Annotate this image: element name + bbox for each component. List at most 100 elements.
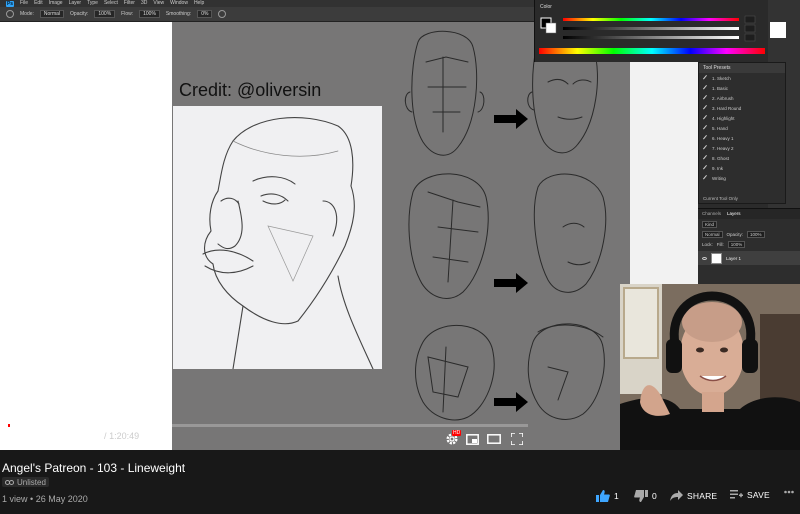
- preset-label: 5. Hand: [712, 125, 728, 131]
- preset-item: 2. Airbrush: [699, 93, 785, 103]
- preset-item: 6. Heavy 1: [699, 133, 785, 143]
- dislike-count: 0: [652, 491, 657, 501]
- layer-thumbnail: [711, 252, 722, 264]
- theater-mode-button[interactable]: [485, 431, 503, 447]
- ps-mode-value: Normal: [39, 10, 65, 18]
- progress-bar[interactable]: [8, 424, 528, 427]
- brush-icon: [702, 154, 711, 162]
- canvas-white-area: [0, 22, 172, 450]
- duration: 1:20:49: [109, 431, 140, 441]
- ps-menu-view: View: [153, 0, 165, 6]
- ps-smoothing-value: 0%: [197, 10, 213, 18]
- preset-label: Writing: [712, 175, 726, 181]
- preset-label: 7. Heavy 2: [712, 145, 734, 151]
- mute-button[interactable]: [60, 431, 78, 447]
- ps-tab-channels: Channels: [702, 211, 722, 216]
- current-time: 0:01: [84, 431, 102, 441]
- next-button[interactable]: [38, 431, 56, 447]
- brush-icon: [702, 164, 711, 172]
- ps-menu-help: Help: [193, 0, 205, 6]
- ps-menu-image: Image: [48, 0, 63, 6]
- ps-lock-row: Lock: Fill: 100%: [698, 239, 800, 249]
- brush-tool-icon: [6, 10, 14, 18]
- video-player[interactable]: Ps File Edit Image Layer Type Select Fil…: [0, 0, 800, 450]
- view-count: 1 view: [2, 494, 28, 504]
- ps-opacity-value: 100%: [94, 10, 116, 18]
- ps-current-tool-only: Current Tool Only: [703, 196, 738, 201]
- ps-layers-panel: Channels Layers Kind Normal Opacity: 100…: [698, 208, 800, 284]
- ps-layer-row: Layer 1: [698, 251, 800, 265]
- brush-icon: [702, 114, 711, 122]
- ps-kind-filter: Kind: [702, 220, 718, 228]
- ps-menu-filter: Filter: [123, 0, 135, 6]
- ps-blend-mode: Normal: [702, 230, 723, 238]
- main-face-sketch: [173, 106, 382, 370]
- preset-label: 3. Hard Round: [712, 105, 742, 111]
- brush-icon: [702, 84, 711, 92]
- fullscreen-icon: [511, 433, 523, 445]
- ps-color-panel: Color: [534, 0, 768, 62]
- brush-icon: [702, 104, 711, 112]
- like-button[interactable]: 1: [596, 490, 619, 502]
- privacy-label: Unlisted: [17, 477, 46, 487]
- preset-label: 6. Heavy 1: [712, 135, 734, 141]
- fullscreen-button[interactable]: [508, 431, 526, 447]
- progress-fill: [8, 424, 11, 427]
- share-label: SHARE: [687, 490, 718, 501]
- ps-menu-window: Window: [170, 0, 188, 6]
- ps-flow-label: Flow:: [121, 11, 134, 17]
- ps-layer-name: Layer 1: [726, 255, 742, 261]
- preset-item: Writing: [699, 173, 785, 183]
- privacy-badge: Unlisted: [2, 477, 49, 487]
- ps-menu-layer: Layer: [68, 0, 82, 6]
- skip-next-icon: [42, 434, 52, 444]
- ps-opacity-label: Opacity:: [70, 11, 89, 17]
- preset-item: 1. Basic: [699, 83, 785, 93]
- eye-icon: [702, 256, 707, 260]
- miniplayer-button[interactable]: [463, 431, 481, 447]
- share-button[interactable]: SHARE: [670, 490, 717, 501]
- hd-badge: HD: [452, 430, 462, 436]
- preset-label: 8. Ghost: [712, 155, 730, 161]
- webcam-overlay: [620, 284, 800, 450]
- dislike-button[interactable]: 0: [634, 490, 657, 502]
- youtube-watch-page: Ps File Edit Image Layer Type Select Fil…: [0, 0, 800, 514]
- preset-item: 1. Sketch: [699, 73, 785, 83]
- ps-lock-label: Lock:: [702, 241, 713, 247]
- save-button[interactable]: SAVE: [730, 490, 770, 500]
- ps-fill-value: 100%: [727, 240, 746, 248]
- settings-button[interactable]: HD: [443, 430, 462, 447]
- brush-icon: [702, 124, 711, 132]
- preset-item: 9. Ink: [699, 163, 785, 173]
- play-button[interactable]: [12, 431, 30, 447]
- ps-menu-3d: 3D: [140, 0, 148, 6]
- like-count: 1: [614, 491, 619, 501]
- ps-menu-select: Select: [103, 0, 118, 6]
- ps-menu-file: File: [20, 0, 29, 6]
- thumbs-down-icon: [634, 490, 648, 502]
- play-icon: [16, 433, 26, 445]
- miniplayer-icon: [465, 433, 479, 445]
- preset-label: 1. Basic: [712, 85, 729, 91]
- save-label: SAVE: [747, 490, 770, 500]
- more-actions-button[interactable]: [784, 490, 794, 494]
- ps-tool-presets-title: Tool Presets: [699, 63, 785, 73]
- meta-separator: •: [30, 494, 34, 504]
- theater-icon: [487, 434, 501, 444]
- preset-label: 1. Sketch: [712, 75, 731, 81]
- upload-date: 26 May 2020: [35, 494, 88, 504]
- ps-tab-layers: Layers: [727, 211, 741, 216]
- ps-smoothing-label: Smoothing:: [165, 11, 192, 17]
- ps-menu-edit: Edit: [34, 0, 43, 6]
- reference-head-sheet: [398, 22, 630, 450]
- ps-mode-label: Mode:: [20, 11, 34, 17]
- credit-text: Credit: @oliversin: [179, 80, 322, 100]
- ps-logo-icon: Ps: [6, 0, 14, 7]
- thumbs-up-icon: [596, 490, 610, 502]
- brush-icon: [702, 94, 711, 102]
- ps-layer-opacity-value: 100%: [747, 230, 765, 238]
- link-icon: [5, 479, 14, 485]
- preset-item: 5. Hand: [699, 123, 785, 133]
- time-display: 0:01 / 1:20:49: [84, 431, 139, 441]
- brush-icon: [702, 74, 711, 82]
